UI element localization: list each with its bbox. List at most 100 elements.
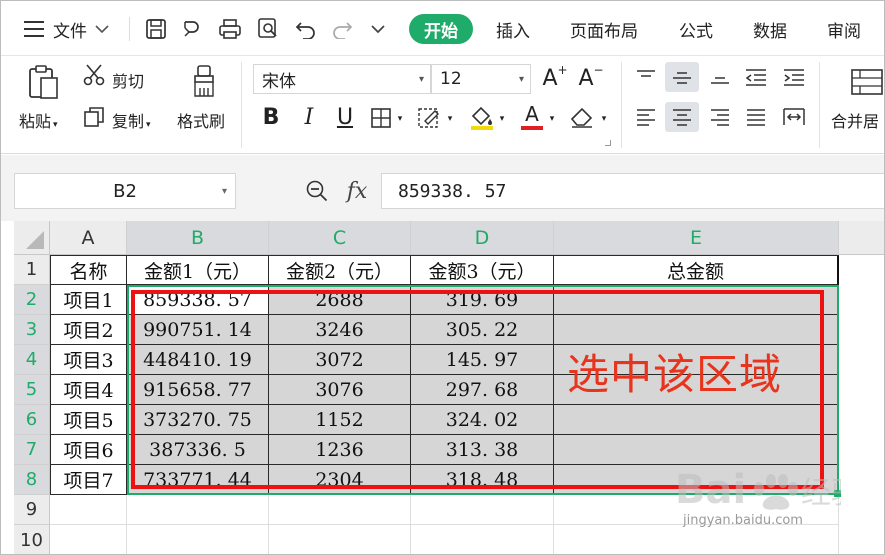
empty-cell[interactable] xyxy=(269,495,411,525)
empty-cell[interactable] xyxy=(50,525,127,554)
cell-amount3[interactable]: 305. 22 xyxy=(411,315,554,345)
cell-amount3[interactable]: 313. 38 xyxy=(411,435,554,465)
cell-style-icon[interactable] xyxy=(415,104,443,132)
paste-button[interactable]: 粘贴 ▾ xyxy=(19,108,58,132)
row-header-1[interactable]: 1 xyxy=(14,255,50,285)
align-center-icon[interactable] xyxy=(665,102,699,132)
name-box-dropdown-icon[interactable]: ▾ xyxy=(222,186,227,197)
empty-cell[interactable] xyxy=(411,525,554,554)
format-painter-button[interactable]: 格式刷 xyxy=(177,108,225,132)
align-top-icon[interactable] xyxy=(629,62,663,92)
tab-insert[interactable]: 插入 xyxy=(496,15,530,43)
fill-color-dropdown-icon[interactable]: ▾ xyxy=(497,112,507,126)
cut-button[interactable]: 剪切 xyxy=(112,68,144,92)
cell-name[interactable]: 项目4 xyxy=(51,375,127,405)
select-all-corner[interactable] xyxy=(14,221,50,255)
font-size-select[interactable]: 12 ▾ xyxy=(431,64,531,94)
empty-cell[interactable] xyxy=(50,495,127,525)
zoom-function-icon[interactable] xyxy=(303,177,331,205)
column-header-d[interactable]: D xyxy=(411,221,554,255)
header-cell-name[interactable]: 名称 xyxy=(51,256,127,285)
cell-amount2[interactable]: 2688 xyxy=(269,285,411,315)
header-cell-amount2[interactable]: 金额2（元） xyxy=(269,256,411,285)
header-cell-amount3[interactable]: 金额3（元） xyxy=(411,256,554,285)
undo-icon[interactable] xyxy=(293,16,319,42)
print-preview-icon[interactable] xyxy=(255,16,281,42)
name-box[interactable]: B2 ▾ xyxy=(14,173,236,209)
cell-amount3[interactable]: 319. 69 xyxy=(411,285,554,315)
save-icon[interactable] xyxy=(143,16,169,42)
cell-amount1[interactable]: 733771. 44 xyxy=(127,465,269,495)
cell-amount1[interactable]: 387336. 5 xyxy=(127,435,269,465)
eraser-icon[interactable] xyxy=(567,102,597,132)
column-header-a[interactable]: A xyxy=(50,221,127,255)
formula-input[interactable]: 859338. 57 xyxy=(381,173,884,209)
column-header-e[interactable]: E xyxy=(554,221,839,255)
align-middle-icon[interactable] xyxy=(665,62,699,92)
cell-name[interactable]: 项目7 xyxy=(51,465,127,495)
align-left-icon[interactable] xyxy=(629,102,663,132)
clear-dropdown-icon[interactable]: ▾ xyxy=(599,112,609,126)
cell-style-dropdown-icon[interactable]: ▾ xyxy=(445,112,455,126)
row-header-3[interactable]: 3 xyxy=(14,315,50,345)
bold-icon[interactable]: B xyxy=(257,102,285,132)
file-menu[interactable]: 文件 xyxy=(53,15,109,43)
row-header-6[interactable]: 6 xyxy=(14,405,50,435)
increase-indent-icon[interactable] xyxy=(777,62,811,92)
row-header-7[interactable]: 7 xyxy=(14,435,50,465)
italic-icon[interactable]: I xyxy=(295,102,323,132)
cell-amount2[interactable]: 3076 xyxy=(269,375,411,405)
cell-amount2[interactable]: 3072 xyxy=(269,345,411,375)
row-header-5[interactable]: 5 xyxy=(14,375,50,405)
empty-cell[interactable] xyxy=(127,525,269,554)
cell-amount2[interactable]: 1236 xyxy=(269,435,411,465)
redo-icon[interactable] xyxy=(329,16,355,42)
cell-amount1[interactable]: 990751. 14 xyxy=(127,315,269,345)
column-header-c[interactable]: C xyxy=(269,221,411,255)
paste-icon[interactable] xyxy=(23,62,63,102)
empty-cell[interactable] xyxy=(269,525,411,554)
cell-amount1[interactable]: 448410. 19 xyxy=(127,345,269,375)
font-color-dropdown-icon[interactable]: ▾ xyxy=(547,112,557,126)
align-bottom-icon[interactable] xyxy=(703,62,737,92)
borders-dropdown-icon[interactable]: ▾ xyxy=(395,112,405,126)
cell-amount2[interactable]: 1152 xyxy=(269,405,411,435)
cell-amount2[interactable]: 2304 xyxy=(269,465,411,495)
cell-amount3[interactable]: 324. 02 xyxy=(411,405,554,435)
row-header-10[interactable]: 10 xyxy=(14,525,50,554)
fill-color-icon[interactable] xyxy=(467,102,497,132)
merge-cells-icon[interactable] xyxy=(847,64,884,100)
copy-button[interactable]: 复制 ▾ xyxy=(112,108,151,132)
cell-amount1[interactable]: 859338. 57 xyxy=(127,285,269,315)
scissors-icon[interactable] xyxy=(81,62,107,88)
borders-icon[interactable] xyxy=(367,104,395,132)
column-header-f[interactable] xyxy=(839,221,884,255)
print-icon[interactable] xyxy=(217,16,243,42)
header-cell-total[interactable]: 总金额 xyxy=(554,256,839,285)
increase-font-icon[interactable]: A + xyxy=(541,63,569,92)
copy-icon[interactable] xyxy=(81,104,107,130)
empty-cell[interactable] xyxy=(411,495,554,525)
cell-name[interactable]: 项目1 xyxy=(51,285,127,315)
row-header-2[interactable]: 2 xyxy=(14,285,50,315)
justify-icon[interactable] xyxy=(739,102,773,132)
cell-name[interactable]: 项目3 xyxy=(51,345,127,375)
font-color-icon[interactable]: A xyxy=(517,102,547,132)
cell-amount1[interactable]: 915658. 77 xyxy=(127,375,269,405)
hamburger-menu-icon[interactable] xyxy=(21,16,47,42)
cell-amount3[interactable]: 318. 48 xyxy=(411,465,554,495)
header-cell-amount1[interactable]: 金额1（元） xyxy=(127,256,269,285)
underline-icon[interactable]: U xyxy=(331,102,359,132)
export-icon[interactable] xyxy=(179,16,205,42)
tab-review[interactable]: 审阅 xyxy=(827,15,861,43)
cell-amount2[interactable]: 3246 xyxy=(269,315,411,345)
cell-amount1[interactable]: 373270. 75 xyxy=(127,405,269,435)
empty-cell[interactable] xyxy=(127,495,269,525)
format-painter-icon[interactable] xyxy=(187,62,221,102)
merge-button[interactable]: 合并居 xyxy=(831,108,879,132)
cell-total[interactable] xyxy=(554,285,839,315)
tab-formulas[interactable]: 公式 xyxy=(679,15,713,43)
row-header-9[interactable]: 9 xyxy=(14,495,50,525)
quick-access-chevron-icon[interactable] xyxy=(365,16,391,42)
row-header-8[interactable]: 8 xyxy=(14,465,50,495)
